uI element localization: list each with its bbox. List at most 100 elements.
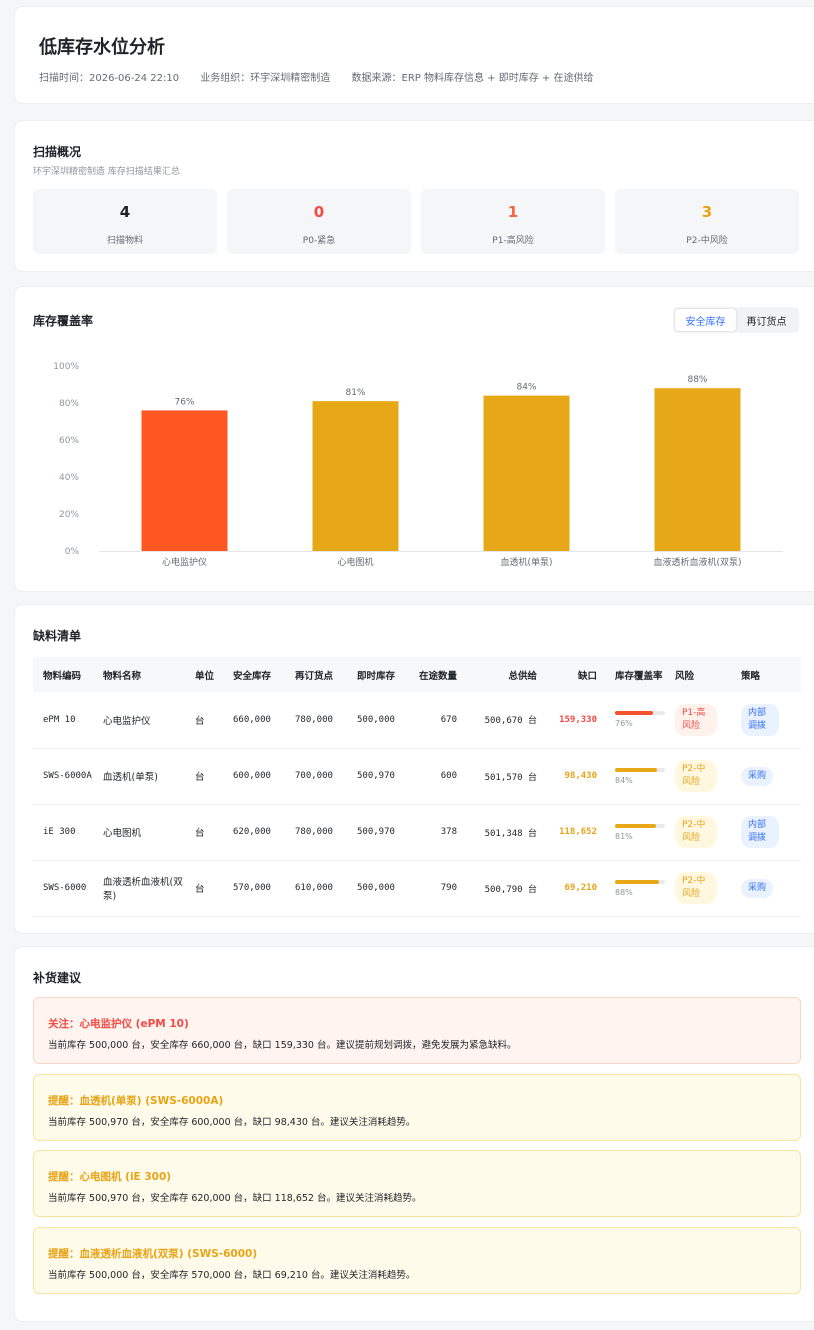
cell-gap: 98,430 bbox=[541, 748, 601, 805]
data-source: 数据来源：ERP 物料库存信息 + 即时库存 + 在途供给 bbox=[351, 73, 594, 84]
suggestion-card: 补货建议 关注：心电监护仪 (ePM 10) 当前库存 500,000 台，安全… bbox=[14, 946, 814, 1322]
stat-value: 0 bbox=[313, 203, 325, 221]
suggestion-item: 关注：心电监护仪 (ePM 10) 当前库存 500,000 台，安全库存 66… bbox=[33, 997, 801, 1064]
col-strategy: 策略 bbox=[737, 657, 801, 692]
x-tick-label: 血透机(单泵) bbox=[500, 556, 552, 568]
col-safety: 安全库存 bbox=[229, 657, 291, 692]
bar-data-label: 76% bbox=[174, 397, 194, 407]
table-row: SWS-6000A 血透机(单泵) 台 600,000 700,000 500,970 60… bbox=[33, 748, 801, 805]
shortage-card: 缺料清单 物料编码 物料名称 单位 安全库存 再订货点 即时库存 在途数量 总供… bbox=[14, 604, 814, 934]
cell-risk: P1-高风险 bbox=[671, 692, 737, 749]
cell-name: 心电监护仪 bbox=[99, 692, 191, 749]
cell-code: ePM 10 bbox=[33, 692, 99, 749]
y-tick-label: 20% bbox=[59, 510, 79, 520]
col-name: 物料名称 bbox=[99, 657, 191, 692]
coverage-bar-fill bbox=[615, 767, 657, 772]
cell-risk: P2-中风险 bbox=[671, 804, 737, 861]
cell-transit: 790 bbox=[415, 860, 471, 917]
table-row: SWS-6000 血液透析血液机(双泵) 台 570,000 610,000 500,00… bbox=[33, 860, 801, 917]
cell-safety: 620,000 bbox=[229, 804, 291, 861]
cell-safety: 570,000 bbox=[229, 860, 291, 917]
cell-name: 心电图机 bbox=[99, 804, 191, 861]
col-gap: 缺口 bbox=[541, 657, 601, 692]
cell-reorder: 780,000 bbox=[291, 804, 353, 861]
cell-reorder: 780,000 bbox=[291, 692, 353, 749]
overview-title: 扫描概况 bbox=[33, 145, 82, 159]
bar-data-label: 81% bbox=[345, 388, 365, 398]
cell-transit: 670 bbox=[415, 692, 471, 749]
bar bbox=[312, 401, 399, 551]
coverage-bar-fill bbox=[615, 711, 653, 716]
coverage-bar bbox=[615, 823, 665, 828]
strategy-tag[interactable]: 内部调拨 bbox=[741, 703, 779, 736]
cell-reorder: 700,000 bbox=[291, 748, 353, 805]
suggestion-item: 提醒：血液透析血液机(双泵) (SWS-6000) 当前库存 500,000 台… bbox=[33, 1227, 801, 1294]
stat-p0: 0 P0-紧急 bbox=[227, 189, 411, 254]
bar bbox=[483, 395, 570, 551]
suggestion-item-desc: 当前库存 500,000 台，安全库存 660,000 台，缺口 159,330… bbox=[48, 1040, 517, 1051]
shortage-title: 缺料清单 bbox=[33, 629, 82, 643]
y-tick-label: 0% bbox=[65, 547, 80, 557]
cell-code: SWS-6000A bbox=[33, 748, 99, 805]
cell-onhand: 500,000 bbox=[353, 692, 415, 749]
suggestion-item: 提醒：血透机(单泵) (SWS-6000A) 当前库存 500,970 台，安全… bbox=[33, 1074, 801, 1141]
overview-card: 扫描概况 环宇深圳精密制造 库存扫描结果汇总 4 扫描物料 0 P0-紧急 1 … bbox=[14, 120, 814, 272]
cell-unit: 台 bbox=[191, 748, 229, 805]
cell-gap: 118,652 bbox=[541, 804, 601, 861]
y-tick-label: 40% bbox=[59, 473, 79, 483]
suggestion-item-desc: 当前库存 500,970 台，安全库存 620,000 台，缺口 118,652… bbox=[48, 1193, 422, 1204]
tab-safety-stock[interactable]: 安全库存 bbox=[675, 309, 736, 331]
cell-onhand: 500,970 bbox=[353, 804, 415, 861]
bar-data-label: 88% bbox=[687, 375, 707, 385]
page-title: 低库存水位分析 bbox=[39, 37, 165, 58]
tab-reorder-point[interactable]: 再订货点 bbox=[736, 309, 797, 331]
cell-code: iE 300 bbox=[33, 804, 99, 861]
page-meta: 扫描时间：2026-06-24 22:10 业务组织：环宇深圳精密制造 数据来源… bbox=[39, 69, 611, 84]
strategy-tag[interactable]: 采购 bbox=[741, 878, 774, 898]
col-supply: 总供给 bbox=[471, 657, 541, 692]
coverage-card: 0% 20% 40% 60% 80% 100% 76% 心电监护仪 81% 心电图机 84% 血透机(… bbox=[14, 286, 814, 592]
cell-coverage: 88% bbox=[601, 860, 671, 917]
cell-coverage: 76% bbox=[601, 692, 671, 749]
suggestion-item-desc: 当前库存 500,970 台，安全库存 600,000 台，缺口 98,430 … bbox=[48, 1117, 416, 1128]
coverage-bar-fill bbox=[615, 879, 659, 884]
bar bbox=[654, 388, 741, 551]
col-transit: 在途数量 bbox=[415, 657, 471, 692]
cell-strategy: 采购 bbox=[737, 748, 801, 805]
suggestion-item-title: 关注：心电监护仪 (ePM 10) bbox=[48, 1018, 189, 1030]
cell-risk: P2-中风险 bbox=[671, 860, 737, 917]
bar bbox=[141, 410, 228, 551]
cell-code: SWS-6000 bbox=[33, 860, 99, 917]
coverage-pct: 76% bbox=[615, 719, 633, 729]
cell-strategy: 内部调拨 bbox=[737, 804, 801, 861]
stat-label: P0-紧急 bbox=[302, 236, 336, 246]
cell-unit: 台 bbox=[191, 692, 229, 749]
coverage-bar bbox=[615, 879, 665, 884]
coverage-tab-switch: 安全库存 再订货点 bbox=[673, 307, 799, 333]
suggestion-item: 提醒：心电图机 (iE 300) 当前库存 500,970 台，安全库存 620… bbox=[33, 1150, 801, 1217]
suggestion-item-title: 提醒：血液透析血液机(双泵) (SWS-6000) bbox=[48, 1248, 258, 1260]
col-onhand: 即时库存 bbox=[353, 657, 415, 692]
stat-p2: 3 P2-中风险 bbox=[615, 189, 799, 254]
x-tick-label: 心电图机 bbox=[337, 556, 373, 568]
cell-reorder: 610,000 bbox=[291, 860, 353, 917]
coverage-pct: 84% bbox=[615, 775, 633, 785]
col-coverage: 库存覆盖率 bbox=[601, 657, 671, 692]
risk-badge: P2-中风险 bbox=[675, 760, 717, 792]
col-code: 物料编码 bbox=[33, 657, 99, 692]
cell-strategy: 采购 bbox=[737, 860, 801, 917]
shortage-table: 物料编码 物料名称 单位 安全库存 再订货点 即时库存 在途数量 总供给 缺口 … bbox=[33, 657, 801, 917]
stat-value: 1 bbox=[507, 203, 519, 221]
cell-gap: 69,210 bbox=[541, 860, 601, 917]
strategy-tag[interactable]: 内部调拨 bbox=[741, 816, 779, 848]
cell-strategy: 内部调拨 bbox=[737, 692, 801, 749]
stat-scanned: 4 扫描物料 bbox=[33, 189, 217, 254]
cell-name: 血透机(单泵) bbox=[99, 748, 191, 805]
bar-data-label: 84% bbox=[516, 383, 536, 393]
cell-name: 血液透析血液机(双泵) bbox=[99, 860, 191, 917]
col-reorder: 再订货点 bbox=[291, 657, 353, 692]
coverage-bar-fill bbox=[615, 823, 656, 828]
cell-safety: 600,000 bbox=[229, 748, 291, 805]
strategy-tag[interactable]: 采购 bbox=[741, 766, 774, 786]
overview-subtitle: 环宇深圳精密制造 库存扫描结果汇总 bbox=[33, 167, 180, 177]
